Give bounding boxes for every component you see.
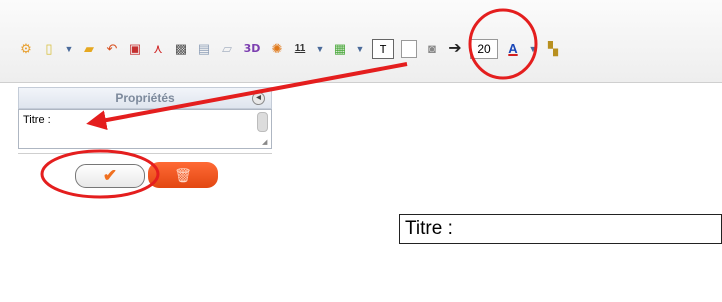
scrollbar-thumb[interactable]: [257, 112, 268, 132]
save-icon[interactable]: ▣: [127, 41, 143, 57]
new-page-icon[interactable]: ▯: [41, 41, 57, 57]
pdf-icon[interactable]: ⋏: [150, 41, 166, 57]
blank-frame-icon[interactable]: [401, 40, 417, 58]
chevron-down-icon[interactable]: ▼: [528, 44, 538, 54]
sun-effect-icon[interactable]: ✺: [269, 41, 285, 57]
font-size-field[interactable]: 20: [470, 39, 498, 59]
resize-grip-icon[interactable]: ◢: [262, 139, 270, 147]
open-folder-icon[interactable]: ▰: [81, 41, 97, 57]
page-layout-icon[interactable]: ▤: [196, 41, 212, 57]
font-color-icon[interactable]: A: [505, 41, 521, 57]
filmstrip-icon[interactable]: ▦: [332, 41, 348, 57]
chevron-down-icon[interactable]: ▼: [64, 44, 74, 54]
image-icon[interactable]: ▩: [173, 41, 189, 57]
page-fold-icon[interactable]: ▱: [219, 41, 235, 57]
arrow-right-icon[interactable]: ➔: [447, 41, 463, 57]
divider: [18, 153, 272, 154]
panel-header: Propriétés ◀: [18, 87, 272, 109]
editing-canvas[interactable]: [272, 83, 722, 302]
chevron-down-icon[interactable]: ▼: [315, 44, 325, 54]
trash-icon: 🗑: [174, 166, 192, 183]
property-textarea[interactable]: Titre : ◢: [18, 109, 272, 149]
calendar-icon[interactable]: 11: [292, 41, 308, 57]
collapse-icon[interactable]: ◀: [252, 92, 265, 105]
main-toolbar: ⚙ ▯ ▼ ▰ ↶ ▣ ⋏ ▩ ▤ ▱ 3D ✺ 11 ▼ ▦ ▼ T ◙ ➔ …: [0, 0, 722, 83]
property-text: Titre :: [23, 114, 51, 126]
text-tool-icon[interactable]: T: [372, 39, 394, 59]
delete-button[interactable]: 🗑: [148, 162, 218, 188]
3d-view-icon[interactable]: 3D: [242, 41, 262, 57]
panel-title: Propriétés: [115, 91, 175, 105]
texture-icon[interactable]: ▚: [545, 41, 561, 57]
chevron-down-icon[interactable]: ▼: [355, 44, 365, 54]
settings-gear-icon[interactable]: ⚙: [18, 41, 34, 57]
properties-panel: Propriétés ◀ Titre : ◢ ✔ 🗑: [8, 83, 273, 302]
validate-button[interactable]: ✔: [75, 164, 145, 188]
checkmark-icon: ✔: [102, 166, 118, 185]
toolbar-icons-row: ⚙ ▯ ▼ ▰ ↶ ▣ ⋏ ▩ ▤ ▱ 3D ✺ 11 ▼ ▦ ▼ T ◙ ➔ …: [18, 36, 561, 62]
undo-icon[interactable]: ↶: [104, 41, 120, 57]
title-text-field[interactable]: Titre :: [399, 214, 722, 244]
camera-icon[interactable]: ◙: [424, 41, 440, 57]
